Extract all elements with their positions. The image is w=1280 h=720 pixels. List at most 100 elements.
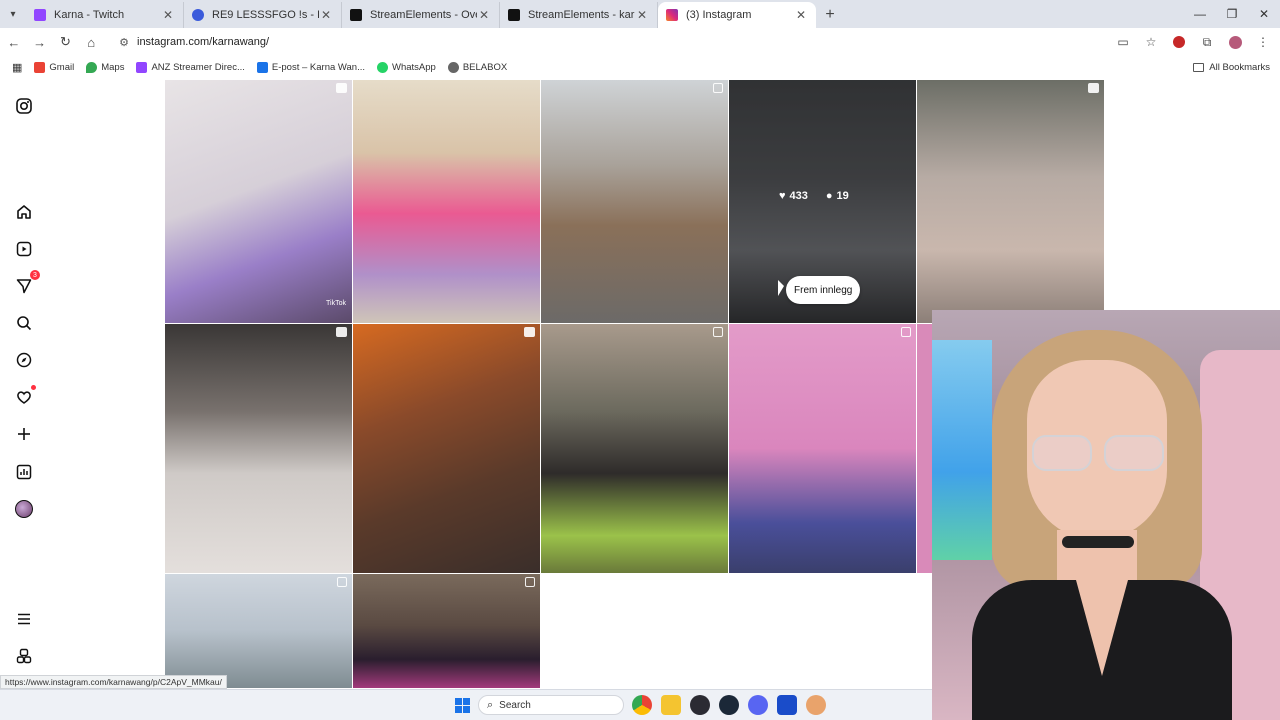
windows-taskbar: ⌕ Search <box>0 689 932 720</box>
twitch-icon <box>136 61 148 73</box>
bookmark-epost[interactable]: E-post – Karna Wan... <box>256 61 365 73</box>
bookmark-label: E-post – Karna Wan... <box>271 61 365 73</box>
post-tile[interactable]: TikTok <box>165 80 352 323</box>
taskbar-search[interactable]: ⌕ Search <box>478 695 624 715</box>
background-light <box>932 340 992 560</box>
all-bookmarks-label: All Bookmarks <box>1209 61 1270 73</box>
comments-count: 19 <box>836 190 849 202</box>
chrome-icon[interactable] <box>632 695 652 715</box>
explore-icon[interactable] <box>14 350 34 370</box>
whatsapp-icon <box>377 61 388 73</box>
post-tile[interactable] <box>917 80 1104 323</box>
likes-stat: ♥ 433 <box>779 190 808 202</box>
close-tab-icon[interactable]: ✕ <box>477 8 491 22</box>
windows-start-icon[interactable] <box>455 698 470 713</box>
bookmark-label: BELABOX <box>462 61 508 73</box>
file-explorer-icon[interactable] <box>661 695 681 715</box>
remove-post-tooltip[interactable]: Frem innlegg <box>786 276 861 304</box>
maximize-icon[interactable]: ❐ <box>1216 0 1248 28</box>
bookmark-anz-streamer[interactable]: ANZ Streamer Direc... <box>136 61 245 73</box>
post-tile[interactable] <box>165 324 352 573</box>
steam-icon[interactable] <box>719 695 739 715</box>
close-tab-icon[interactable]: ✕ <box>635 8 649 22</box>
bookmark-belabox[interactable]: BELABOX <box>447 61 508 73</box>
cast-icon[interactable]: ▭ <box>1112 31 1134 53</box>
obs-icon[interactable] <box>690 695 710 715</box>
post-tile-hovered[interactable]: ♥ 433 ● 19 Frem innlegg <box>729 80 916 323</box>
bookmark-maps[interactable]: Maps <box>86 61 124 73</box>
site-info-icon[interactable]: ⚙ <box>119 36 129 49</box>
profile-icon[interactable] <box>14 499 34 519</box>
messages-icon[interactable]: 3 <box>14 270 40 296</box>
notification-dot <box>31 385 36 390</box>
more-menu-icon[interactable]: ⋮ <box>1252 31 1274 53</box>
forward-icon[interactable]: → <box>28 30 52 54</box>
reels-icon[interactable] <box>14 239 34 259</box>
home-button-icon[interactable]: ⌂ <box>79 30 103 54</box>
tab-streamelements-karna[interactable]: StreamElements - karna ✕ <box>500 2 658 28</box>
restream-favicon-icon <box>192 9 204 21</box>
apps-grid-icon[interactable]: ▦ <box>12 61 22 74</box>
reel-icon <box>336 327 347 337</box>
menu-icon[interactable] <box>14 609 34 629</box>
tab-twitch[interactable]: Karna - Twitch ✕ <box>26 2 184 28</box>
post-tile[interactable] <box>353 80 540 323</box>
tab-title: (3) Instagram <box>686 9 752 21</box>
profile-avatar-icon[interactable] <box>1224 31 1246 53</box>
address-bar[interactable]: ⚙ instagram.com/karnawang/ <box>111 30 1112 54</box>
comments-stat: ● 19 <box>826 190 849 202</box>
tab-title: StreamElements - karna <box>528 9 635 21</box>
extensions-puzzle-icon[interactable]: ⧉ <box>1196 31 1218 53</box>
search-icon: ⌕ <box>487 698 494 711</box>
bookmark-gmail[interactable]: Gmail <box>34 61 75 73</box>
bookmark-label: WhatsApp <box>392 61 436 73</box>
bookmark-whatsapp[interactable]: WhatsApp <box>377 61 436 73</box>
notifications-icon[interactable] <box>14 385 36 407</box>
post-tile[interactable] <box>729 324 916 573</box>
carousel-icon <box>525 577 535 587</box>
close-tab-icon[interactable]: ✕ <box>319 8 333 22</box>
instagram-favicon-icon <box>666 9 678 21</box>
create-icon[interactable] <box>14 424 34 444</box>
home-icon[interactable] <box>14 202 34 222</box>
post-tile-partial[interactable] <box>917 324 932 573</box>
back-icon[interactable]: ← <box>2 30 26 54</box>
streamelements-favicon-icon <box>508 9 520 21</box>
close-window-icon[interactable]: ✕ <box>1248 0 1280 28</box>
post-tile[interactable] <box>353 574 540 688</box>
tab-streamelements-overlays[interactable]: StreamElements - Overlays ✕ <box>342 2 500 28</box>
tab-instagram[interactable]: (3) Instagram ✕ <box>658 2 816 28</box>
all-bookmarks[interactable]: All Bookmarks <box>1193 62 1270 73</box>
instagram-logo-icon[interactable] <box>14 96 34 116</box>
close-tab-icon[interactable]: ✕ <box>161 8 175 22</box>
bookmark-label: Gmail <box>49 61 75 73</box>
post-stats: ♥ 433 ● 19 <box>779 190 849 202</box>
post-tile[interactable] <box>541 324 728 573</box>
tab-search-icon[interactable]: ▾ <box>0 0 26 28</box>
post-tile[interactable] <box>165 574 352 688</box>
threads-icon[interactable] <box>14 646 34 666</box>
tab-restream[interactable]: RE9 LESSSFGO !s - Restream ✕ <box>184 2 342 28</box>
gmail-icon <box>34 61 46 73</box>
comment-icon: ● <box>825 190 833 202</box>
search-icon[interactable] <box>14 313 34 333</box>
bookmark-star-icon[interactable]: ☆ <box>1140 31 1162 53</box>
tab-title: StreamElements - Overlays <box>370 9 477 21</box>
maps-pin-icon <box>86 61 98 73</box>
streamdeck-icon[interactable] <box>777 695 797 715</box>
reel-icon <box>336 83 347 93</box>
post-tile[interactable] <box>353 324 540 573</box>
reload-icon[interactable]: ↻ <box>54 30 78 54</box>
bookmarks-bar: ▦ Gmail Maps ANZ Streamer Direc... E-pos… <box>0 56 1280 78</box>
discord-icon[interactable] <box>748 695 768 715</box>
outlook-icon <box>256 61 268 73</box>
minimize-icon[interactable]: — <box>1184 0 1216 28</box>
dashboard-icon[interactable] <box>14 462 34 482</box>
extension-red-icon[interactable] <box>1168 31 1190 53</box>
avatar-app-icon[interactable] <box>806 695 826 715</box>
post-tile[interactable] <box>541 80 728 323</box>
close-tab-icon[interactable]: ✕ <box>794 8 808 22</box>
carousel-icon <box>713 327 723 337</box>
new-tab-button[interactable]: + <box>816 2 844 28</box>
browser-tab-strip: ▾ Karna - Twitch ✕ RE9 LESSSFGO !s - Res… <box>0 0 1280 28</box>
